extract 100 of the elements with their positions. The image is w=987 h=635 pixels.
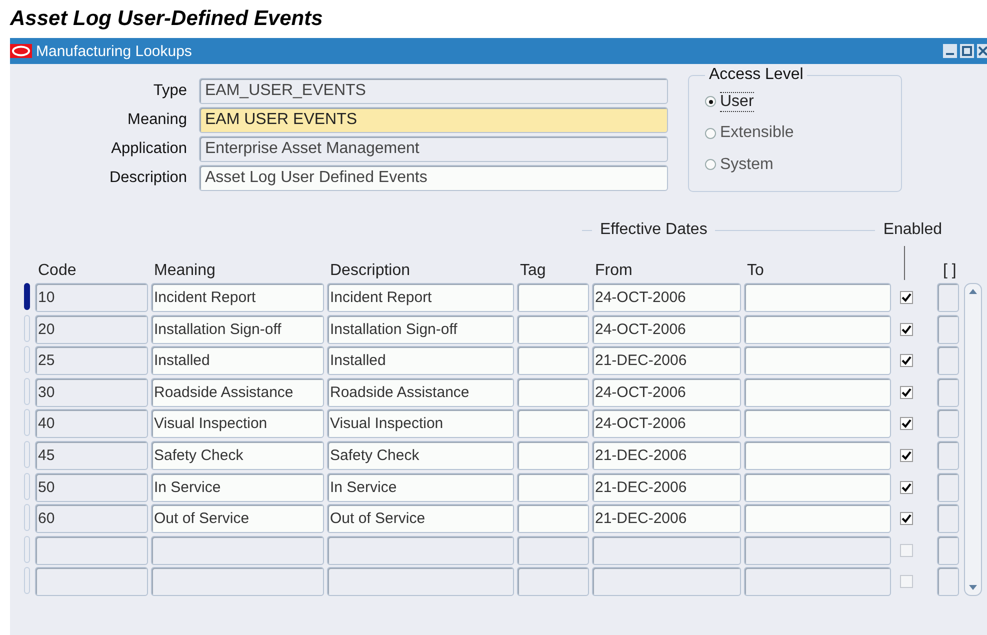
checkbox[interactable] [900,354,913,368]
table-cell[interactable] [744,314,891,344]
radio-label[interactable]: System [720,156,774,174]
table-cell[interactable]: 30 [35,378,148,407]
table-cell[interactable] [937,472,959,502]
table-cell[interactable]: 21-DEC-2006 [592,346,741,376]
table-cell[interactable]: Visual Inspection [327,409,514,438]
close-icon[interactable] [977,44,987,58]
table-cell[interactable]: 21-DEC-2006 [592,440,741,470]
table-cell[interactable] [327,567,514,596]
checkbox[interactable] [900,291,913,304]
table-cell[interactable]: Incident Report [151,283,324,312]
checkbox[interactable] [900,448,913,462]
table-cell[interactable] [744,378,891,407]
table-cell[interactable]: 45 [35,440,148,470]
table-cell[interactable] [937,536,959,565]
table-cell[interactable] [517,504,589,534]
table-cell[interactable]: Out of Service [327,504,514,534]
table-cell[interactable] [517,346,589,376]
table-cell[interactable]: Safety Check [327,440,514,470]
minimize-icon[interactable] [943,44,957,58]
table-cell[interactable]: Installed [151,346,324,376]
table-cell[interactable] [517,283,589,312]
radio-button[interactable] [705,159,716,170]
table-cell[interactable]: Incident Report [327,283,514,312]
table-cell[interactable]: Installation Sign-off [151,314,324,344]
checkbox[interactable] [900,512,913,526]
table-cell[interactable] [151,536,324,565]
table-cell[interactable] [937,283,959,312]
table-cell[interactable] [937,314,959,344]
checkbox[interactable] [900,322,913,336]
table-cell[interactable] [744,283,891,312]
scrollbar[interactable] [964,283,982,596]
radio-button[interactable] [705,96,716,108]
checkbox[interactable] [900,480,913,494]
table-cell[interactable]: 24-OCT-2006 [592,409,741,438]
table-cell[interactable] [151,567,324,596]
table-cell[interactable]: 24-OCT-2006 [592,378,741,407]
checkbox[interactable] [900,386,913,399]
table-cell[interactable]: 21-DEC-2006 [592,472,741,502]
table-cell[interactable]: 25 [35,346,148,376]
table-cell[interactable]: 21-DEC-2006 [592,504,741,534]
row-indicator[interactable] [24,283,30,310]
text-field[interactable]: Asset Log User Defined Events [199,165,668,191]
table-cell[interactable] [744,504,891,534]
field-label: Application [110,140,187,158]
table-cell[interactable]: Roadside Assistance [151,378,324,407]
table-cell[interactable] [937,504,959,534]
table-cell[interactable] [517,409,589,438]
text-field[interactable]: Enterprise Asset Management [199,136,668,162]
table-cell[interactable]: Roadside Assistance [327,378,514,407]
table-cell[interactable]: Installation Sign-off [327,314,514,344]
table-cell[interactable]: Safety Check [151,440,324,470]
table-cell[interactable] [937,567,959,596]
table-cell[interactable] [744,409,891,438]
checkbox[interactable] [900,417,913,430]
table-cell[interactable] [937,440,959,470]
table-cell[interactable]: In Service [327,472,514,502]
table-cell[interactable] [517,440,589,470]
table-cell[interactable] [517,472,589,502]
table-cell[interactable]: Visual Inspection [151,409,324,438]
table-cell[interactable]: In Service [151,472,324,502]
table-cell[interactable]: Installed [327,346,514,376]
table-cell[interactable] [517,314,589,344]
table-cell[interactable] [744,440,891,470]
table-cell[interactable] [517,378,589,407]
radio-label[interactable]: User [720,92,754,112]
table-cell[interactable] [327,536,514,565]
checkbox[interactable] [900,575,913,588]
field-label: Description [108,169,187,187]
table-cell[interactable]: 24-OCT-2006 [592,283,741,312]
table-cell[interactable] [592,567,741,596]
table-cell[interactable] [937,378,959,407]
table-cell[interactable] [937,346,959,376]
table-cell[interactable] [744,472,891,502]
table-cell[interactable] [744,346,891,376]
table-cell[interactable]: 60 [35,504,148,534]
table-cell[interactable]: 10 [35,283,148,312]
table-cell[interactable] [517,567,589,596]
table-cell[interactable]: Out of Service [151,504,324,534]
checkbox[interactable] [900,544,913,557]
radio-label[interactable]: Extensible [720,124,794,142]
column-header: From [594,262,634,280]
table-cell[interactable] [937,409,959,438]
text-field[interactable]: EAM USER EVENTS [199,107,668,133]
table-cell[interactable] [592,536,741,565]
table-cell[interactable] [35,536,148,565]
table-cell[interactable] [35,567,148,596]
text-field[interactable]: EAM_USER_EVENTS [199,78,668,104]
table-cell[interactable]: 20 [35,314,148,344]
table-cell[interactable]: 50 [35,472,148,502]
table-cell[interactable] [744,567,891,596]
table-cell[interactable]: 24-OCT-2006 [592,314,741,344]
group-title: Access Level [708,66,804,84]
radio-button[interactable] [705,128,716,139]
maximize-icon[interactable] [960,44,974,58]
table-cell[interactable]: 40 [35,409,148,438]
table-cell[interactable] [517,536,589,565]
page-title: Asset Log User-Defined Events [10,6,323,32]
table-cell[interactable] [744,536,891,565]
